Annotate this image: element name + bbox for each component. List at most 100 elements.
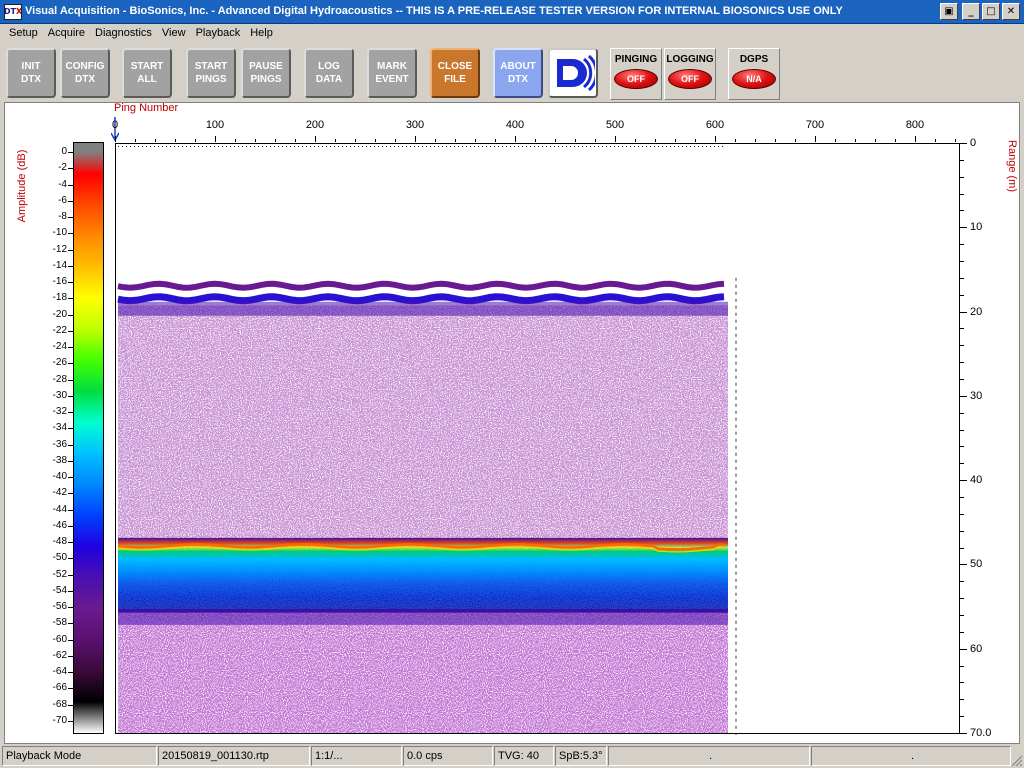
amplitude-tick-label: -58 xyxy=(52,617,67,629)
menu-help[interactable]: Help xyxy=(245,24,278,42)
amplitude-tick-label: -24 xyxy=(52,341,67,353)
amplitude-tick-label: -26 xyxy=(52,357,67,369)
x-tick xyxy=(655,139,656,142)
y-tick-label: 50 xyxy=(970,558,983,570)
amplitude-tick xyxy=(68,363,73,365)
y-tick-label: 60 xyxy=(970,643,983,655)
x-tick xyxy=(315,136,316,142)
start-pings-button[interactable]: START PINGS xyxy=(186,48,236,98)
x-tick xyxy=(275,139,276,142)
amplitude-tick xyxy=(68,590,73,592)
button-label: ABOUT xyxy=(500,61,536,72)
x-tick xyxy=(175,139,176,142)
amplitude-tick-label: -4 xyxy=(58,178,67,190)
amplitude-tick-label: -36 xyxy=(52,438,67,450)
button-label: LOG xyxy=(318,61,340,72)
y-tick xyxy=(960,733,967,734)
amplitude-tick xyxy=(68,184,73,186)
pause-pings-button[interactable]: PAUSE PINGS xyxy=(241,48,291,98)
amplitude-tick-label: -70 xyxy=(52,715,67,726)
x-tick xyxy=(355,139,356,142)
button-label: FILE xyxy=(444,74,466,85)
button-label: PINGS xyxy=(195,74,227,85)
config-dtx-button[interactable]: CONFIG DTX xyxy=(60,48,110,98)
amplitude-tick xyxy=(68,574,73,576)
amplitude-colorbar xyxy=(73,142,104,734)
biosonics-logo-button[interactable] xyxy=(548,48,598,98)
app-icon[interactable]: DT X xyxy=(4,4,22,20)
resize-grip-icon[interactable] xyxy=(1011,755,1023,767)
x-tick xyxy=(915,136,916,142)
x-tick xyxy=(595,139,596,142)
amplitude-tick-label: -22 xyxy=(52,324,67,336)
amplitude-tick-label: -62 xyxy=(52,649,67,661)
menu-playback[interactable]: Playback xyxy=(191,24,246,42)
x-tick xyxy=(435,139,436,142)
surface-band-gap xyxy=(117,289,725,295)
sub-bottom-band xyxy=(118,612,728,625)
status-ratio: 1:1/... xyxy=(311,746,402,766)
x-tick-label: 800 xyxy=(905,119,925,131)
amplitude-tick xyxy=(68,347,73,349)
button-label: DTX xyxy=(21,74,41,85)
x-tick xyxy=(395,139,396,142)
dgps-indicator: DGPS N/A xyxy=(728,48,780,100)
y-tick-label: 0 xyxy=(970,137,977,149)
x-tick xyxy=(295,139,296,142)
minimize-button[interactable]: _ xyxy=(962,3,980,20)
amplitude-tick xyxy=(68,558,73,560)
amplitude-tick-label: -32 xyxy=(52,406,67,418)
init-dtx-button[interactable]: INIT DTX xyxy=(6,48,56,98)
button-label: DTX xyxy=(508,74,528,85)
sub-bottom-noise xyxy=(118,612,728,733)
button-label: PINGS xyxy=(250,74,282,85)
x-tick xyxy=(235,139,236,142)
amplitude-tick xyxy=(68,200,73,202)
log-data-button[interactable]: LOG DATA xyxy=(304,48,354,98)
amplitude-tick xyxy=(68,168,73,170)
x-tick xyxy=(455,139,456,142)
restore-child-button[interactable]: ▣ xyxy=(940,3,958,20)
amplitude-tick-label: -56 xyxy=(52,601,67,613)
amplitude-tick xyxy=(68,217,73,219)
amplitude-tick-label: -8 xyxy=(58,211,67,223)
y-tick-label: 70.0 xyxy=(970,727,992,739)
x-tick-label: 700 xyxy=(805,119,825,131)
close-file-button[interactable]: CLOSE FILE xyxy=(430,48,480,98)
amplitude-tick xyxy=(68,672,73,674)
x-tick xyxy=(135,139,136,142)
x-tick xyxy=(375,139,376,142)
amplitude-tick xyxy=(68,623,73,625)
dgps-lamp: N/A xyxy=(732,69,776,89)
amplitude-tick-label: -42 xyxy=(52,487,67,499)
mark-event-button[interactable]: MARK EVENT xyxy=(367,48,417,98)
amplitude-tick xyxy=(68,493,73,495)
y-tick xyxy=(960,649,967,650)
x-tick xyxy=(155,139,156,142)
logging-indicator: LOGGING OFF xyxy=(664,48,716,100)
menu-view[interactable]: View xyxy=(157,24,191,42)
y-tick-label: 30 xyxy=(970,390,983,402)
amplitude-tick-label: -2 xyxy=(58,162,67,174)
start-all-button[interactable]: START ALL xyxy=(122,48,172,98)
menu-acquire[interactable]: Acquire xyxy=(43,24,90,42)
echogram-plot[interactable] xyxy=(115,143,960,735)
x-tick xyxy=(495,139,496,142)
x-tick xyxy=(775,139,776,142)
x-tick xyxy=(635,139,636,142)
button-label: CLOSE xyxy=(437,61,473,72)
amplitude-tick-label: -40 xyxy=(52,471,67,483)
status-file: 20150819_001130.rtp xyxy=(158,746,310,766)
amplitude-tick xyxy=(68,525,73,527)
menu-diagnostics[interactable]: Diagnostics xyxy=(90,24,157,42)
button-label: START xyxy=(130,61,164,72)
maximize-button[interactable]: □ xyxy=(982,3,1000,20)
about-dtx-button[interactable]: ABOUT DTX xyxy=(493,48,543,98)
button-label: MARK xyxy=(377,61,407,72)
x-tick xyxy=(215,136,216,142)
menu-setup[interactable]: Setup xyxy=(4,24,43,42)
button-label: PAUSE xyxy=(249,61,283,72)
button-label: CONFIG xyxy=(65,61,105,72)
amplitude-tick-label: -10 xyxy=(52,227,67,239)
close-button[interactable]: ✕ xyxy=(1002,3,1020,20)
